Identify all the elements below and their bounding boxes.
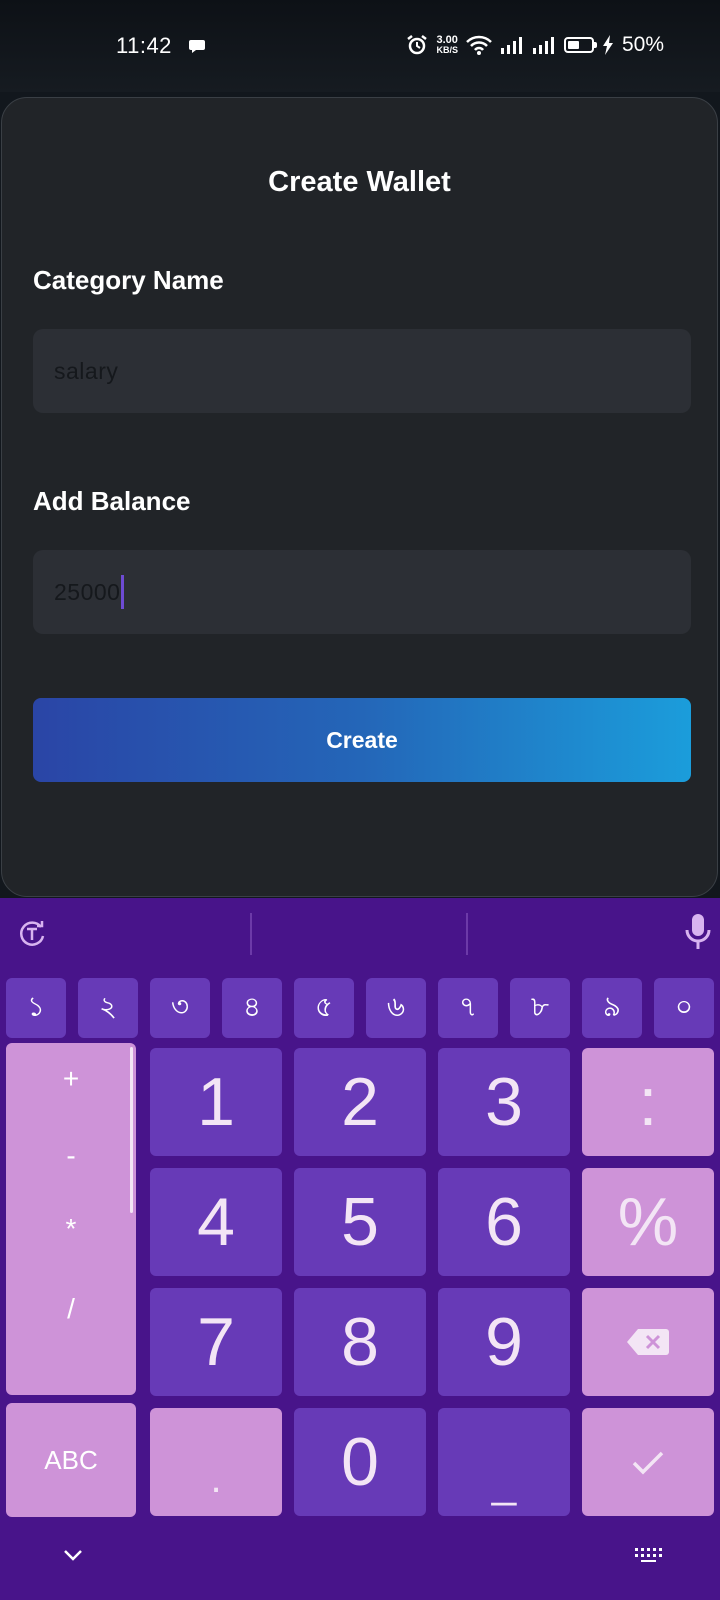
backspace-key[interactable] — [582, 1288, 714, 1396]
category-name-label: Category Name — [33, 265, 224, 295]
charging-icon — [602, 35, 613, 55]
key-5[interactable]: 5 — [294, 1168, 426, 1276]
key-1[interactable]: 1 — [150, 1048, 282, 1156]
key-dot[interactable]: . — [150, 1408, 282, 1516]
key-0[interactable]: 0 — [294, 1408, 426, 1516]
keyboard-nav — [0, 1518, 720, 1600]
key-bengali-7[interactable]: ৭ — [438, 978, 498, 1038]
category-name-placeholder: salary — [54, 357, 119, 384]
key-minus[interactable]: - — [6, 1140, 136, 1172]
microphone-icon[interactable] — [684, 912, 712, 952]
battery-percent: 50% — [621, 33, 664, 56]
signal-icon — [500, 37, 522, 54]
key-8[interactable]: 8 — [294, 1288, 426, 1396]
category-name-input[interactable]: salary — [33, 329, 691, 413]
create-wallet-sheet: Create Wallet Category Name salary Add B… — [1, 97, 718, 897]
status-icons: 3.00 KB/S 50% — [406, 30, 664, 60]
balance-value: 25000 — [54, 578, 121, 605]
key-bengali-1[interactable]: ১ — [6, 978, 66, 1038]
key-3[interactable]: 3 — [438, 1048, 570, 1156]
abc-key[interactable]: ABC — [6, 1403, 136, 1517]
sheet-title: Create Wallet — [268, 166, 451, 198]
speed-unit: KB/S — [436, 45, 458, 55]
toolbar-divider — [466, 913, 468, 955]
key-space[interactable]: _ — [438, 1408, 570, 1516]
operator-scrollbar[interactable] — [130, 1047, 133, 1213]
key-multiply[interactable]: * — [6, 1213, 136, 1245]
balance-input[interactable]: 25000 — [33, 550, 691, 634]
speed-value: 3.00 — [436, 34, 458, 46]
key-7[interactable]: 7 — [150, 1288, 282, 1396]
key-divide[interactable]: / — [6, 1293, 136, 1325]
status-time: 11:42 — [116, 33, 172, 58]
key-4[interactable]: 4 — [150, 1168, 282, 1276]
key-bengali-5[interactable]: ৫ — [294, 978, 354, 1038]
key-bengali-6[interactable]: ৬ — [366, 978, 426, 1038]
key-bengali-0[interactable]: ০ — [654, 978, 714, 1038]
create-button[interactable]: Create — [33, 698, 691, 782]
key-colon[interactable]: : — [582, 1048, 714, 1156]
key-plus[interactable]: + — [6, 1063, 136, 1095]
key-bengali-2[interactable]: ২ — [78, 978, 138, 1038]
alarm-icon — [407, 35, 428, 55]
key-2[interactable]: 2 — [294, 1048, 426, 1156]
text-caret — [121, 575, 125, 609]
operator-panel[interactable]: + - * / — [6, 1043, 136, 1395]
numeric-keyboard: ১ ২ ৩ ৪ ৫ ৬ ৭ ৮ ৯ ০ + - * / 1 2 3 : 4 5 … — [0, 898, 720, 1600]
keyboard-toolbar — [0, 898, 720, 970]
key-bengali-8[interactable]: ৮ — [510, 978, 570, 1038]
toolbar-divider — [250, 913, 252, 955]
network-speed: 3.00 KB/S — [436, 34, 458, 56]
translate-icon[interactable] — [17, 919, 47, 949]
key-percent[interactable]: % — [582, 1168, 714, 1276]
chevron-down-icon[interactable] — [63, 1548, 83, 1562]
battery-icon — [563, 37, 597, 53]
chat-icon — [189, 40, 205, 53]
signal-icon — [532, 37, 554, 54]
key-6[interactable]: 6 — [438, 1168, 570, 1276]
key-bengali-3[interactable]: ৩ — [150, 978, 210, 1038]
backspace-icon — [627, 1329, 669, 1355]
add-balance-label: Add Balance — [33, 486, 191, 516]
wifi-icon — [466, 35, 492, 55]
key-bengali-4[interactable]: ৪ — [222, 978, 282, 1038]
status-bar: 11:42 3.00 KB/S 50% — [0, 0, 720, 92]
key-9[interactable]: 9 — [438, 1288, 570, 1396]
keyboard-switch-icon[interactable] — [634, 1546, 662, 1564]
key-bengali-9[interactable]: ৯ — [582, 978, 642, 1038]
checkmark-icon — [632, 1451, 664, 1475]
enter-key[interactable] — [582, 1408, 714, 1516]
